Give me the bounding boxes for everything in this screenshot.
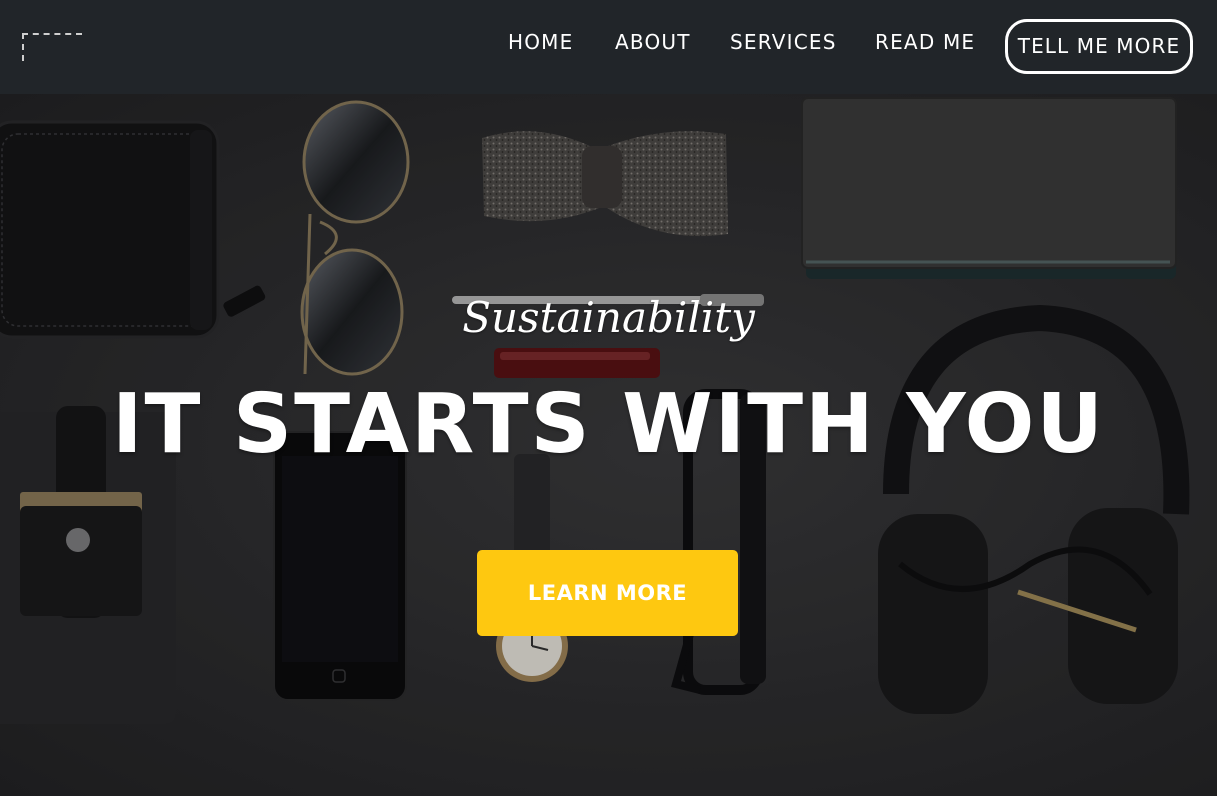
nav-link-services[interactable]: SERVICES xyxy=(730,30,837,54)
hero-section: Sustainability IT STARTS WITH YOU LEARN … xyxy=(0,94,1217,796)
nav-link-about[interactable]: ABOUT xyxy=(615,30,691,54)
hero-title: IT STARTS WITH YOU xyxy=(112,377,1105,472)
nav-link-home[interactable]: HOME xyxy=(508,30,573,54)
hero-subtitle: Sustainability xyxy=(462,293,755,342)
learn-more-button[interactable]: LEARN MORE xyxy=(477,550,738,636)
tell-me-more-button[interactable]: TELL ME MORE xyxy=(1005,19,1193,74)
nav-link-read-me[interactable]: READ ME xyxy=(875,30,975,54)
navbar: HOME ABOUT SERVICES READ ME TELL ME MORE xyxy=(0,0,1217,94)
landing-page: HOME ABOUT SERVICES READ ME TELL ME MORE xyxy=(0,0,1217,796)
